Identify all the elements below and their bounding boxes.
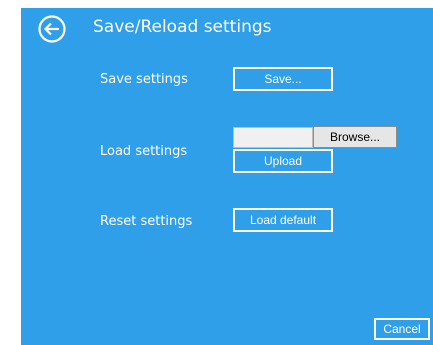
back-button[interactable] [37, 14, 67, 44]
page-title: Save/Reload settings [93, 17, 272, 37]
load-default-button[interactable]: Load default [233, 208, 333, 232]
back-arrow-circle-icon [38, 15, 66, 43]
file-path-field[interactable] [233, 127, 313, 148]
save-button[interactable]: Save... [233, 67, 333, 91]
browse-button[interactable]: Browse... [313, 126, 397, 148]
save-settings-label: Save settings [100, 72, 188, 87]
load-settings-label: Load settings [100, 144, 188, 159]
cancel-button[interactable]: Cancel [374, 318, 430, 340]
settings-panel: Save/Reload settings Save settings Save.… [21, 8, 433, 345]
reset-settings-label: Reset settings [100, 214, 193, 229]
upload-button[interactable]: Upload [233, 149, 333, 173]
